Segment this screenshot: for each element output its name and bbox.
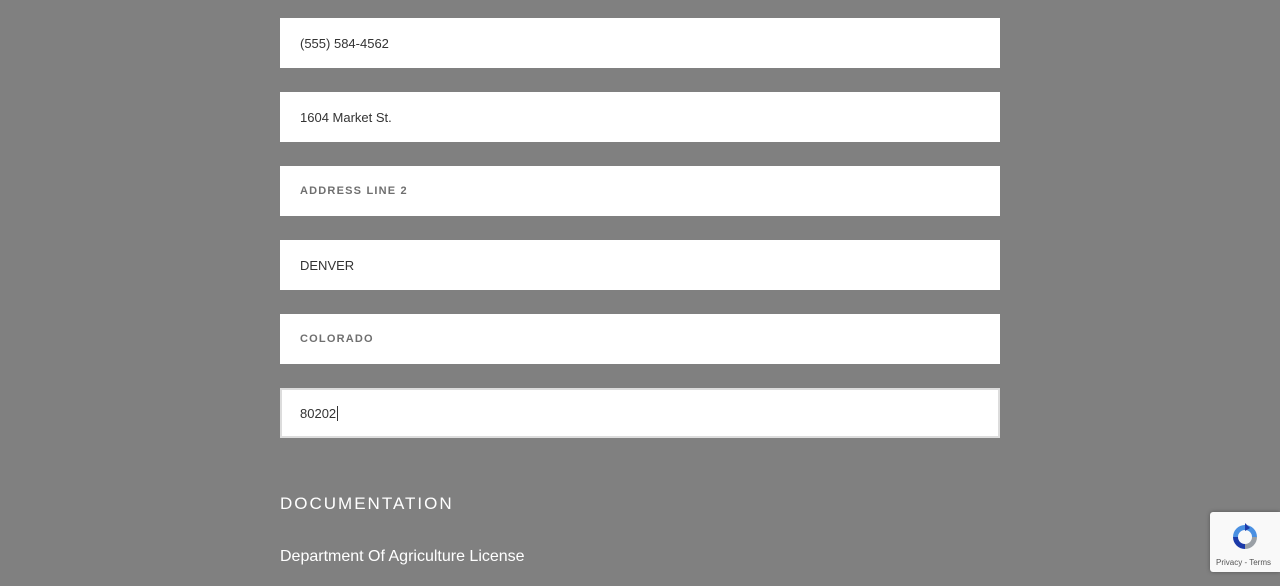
agriculture-license-label: Department Of Agriculture License [280, 548, 525, 565]
phone-field[interactable]: (555) 584-4562 [280, 18, 1000, 68]
state-select[interactable]: COLORADO [280, 314, 1000, 364]
recaptcha-links: Privacy - Terms [1216, 558, 1271, 567]
address-line-1-value: 1604 Market St. [300, 109, 392, 125]
address-line-2-placeholder: ADDRESS LINE 2 [300, 185, 408, 197]
documentation-heading: DOCUMENTATION [280, 494, 454, 513]
zip-code-field[interactable]: 80202 [280, 388, 1000, 438]
city-field[interactable]: DENVER [280, 240, 1000, 290]
text-caret [337, 405, 339, 421]
zip-code-value: 80202 [300, 405, 337, 421]
privacy-link[interactable]: Privacy [1216, 558, 1242, 567]
recaptcha-badge[interactable]: Privacy - Terms [1210, 512, 1280, 572]
state-value: COLORADO [300, 333, 374, 345]
phone-value: (555) 584-4562 [300, 35, 389, 51]
terms-link[interactable]: Terms [1249, 558, 1271, 567]
page: (555) 584-4562 1604 Market St. ADDRESS L… [0, 0, 1280, 586]
city-value: DENVER [300, 257, 355, 273]
address-line-2-field[interactable]: ADDRESS LINE 2 [280, 166, 1000, 216]
address-line-1-field[interactable]: 1604 Market St. [280, 92, 1000, 142]
